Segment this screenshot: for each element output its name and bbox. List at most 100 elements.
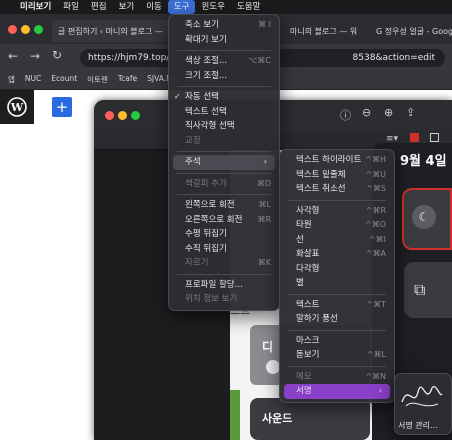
menu-item-label: 자동 선택 xyxy=(185,92,219,102)
menu-item[interactable]: 텍스트 ^⌘T xyxy=(280,298,394,313)
menu-item-label: 돋보기 xyxy=(296,350,320,360)
menu-item-label: 서명 xyxy=(296,386,312,396)
menu-item-label: 교정 xyxy=(185,135,201,146)
bookmark-item[interactable]: 앱 xyxy=(8,74,15,85)
menubar-item[interactable]: 윈도우 xyxy=(195,0,230,14)
bookmark-item[interactable]: Tcafe xyxy=(118,74,137,85)
menu-item[interactable]: 돋보기 ^⌘L xyxy=(280,348,394,363)
bookmark-item[interactable]: 이토렌 xyxy=(87,74,108,85)
menu-item-shortcut: ^⌘T xyxy=(366,299,386,309)
close-window-button[interactable] xyxy=(105,111,114,120)
menu-item: 자르기 ⌘K xyxy=(169,256,279,271)
screen-mirroring-tile[interactable]: ⧉ xyxy=(404,262,452,318)
menu-item[interactable]: 텍스트 선택 xyxy=(169,105,279,120)
menu-item[interactable]: 직사각형 선택 xyxy=(169,119,279,134)
manage-signatures-item[interactable]: 서명 관리... xyxy=(398,420,438,431)
browser-tab-3[interactable]: G 정우성 얼굴 - Google xyxy=(370,20,452,42)
menubar-item[interactable]: 미리보기 xyxy=(14,0,57,14)
menu-item-label: 텍스트 하이라이트 xyxy=(296,155,362,165)
menu-item[interactable]: 색상 조절... ⌥⌘C xyxy=(169,54,279,69)
menu-item[interactable]: 선 ^⌘I xyxy=(280,233,394,248)
control-center-date: 9월 4일 xyxy=(400,154,447,169)
info-icon[interactable]: ⓘ xyxy=(340,107,351,123)
forward-arrow-icon[interactable]: → xyxy=(30,49,40,63)
menu-item[interactable]: 크기 조절... xyxy=(169,69,279,84)
menu-item-label: 타원 xyxy=(296,220,312,230)
back-arrow-icon[interactable]: ← xyxy=(8,49,18,63)
browser-tab-1[interactable]: 글 편집하기 ‹ 마니의 블로그 — xyxy=(52,20,182,42)
menu-separator xyxy=(177,151,271,152)
zoom-window-button[interactable] xyxy=(131,111,140,120)
menubar-item[interactable]: 보기 xyxy=(113,0,141,14)
url-tail-text: 8538&action=edit xyxy=(352,53,435,63)
menu-item-label: 선 xyxy=(296,234,304,245)
menubar-item[interactable]: 도구 xyxy=(167,0,196,14)
menu-item-shortcut: ⌘K xyxy=(257,258,271,267)
menu-item[interactable]: ✓ 자동 선택 xyxy=(169,90,279,105)
menu-item[interactable]: 다각형 xyxy=(280,262,394,277)
menu-item[interactable]: 프로파일 할당... xyxy=(169,278,279,293)
menu-item[interactable]: 수직 뒤집기 xyxy=(169,242,279,257)
menubar-item[interactable]: 편집 xyxy=(85,0,113,14)
svg-text:W: W xyxy=(10,101,24,114)
menu-item-shortcut: ^⌘L xyxy=(366,350,386,359)
browser-tab-2[interactable]: 마니의 블로그 — 워 xyxy=(284,20,376,42)
bookmark-item[interactable]: NUC xyxy=(25,74,41,85)
menu-item[interactable]: 텍스트 하이라이트 ^⌘H xyxy=(280,153,394,168)
menu-item-shortcut: ^⌘R xyxy=(365,205,386,215)
menu-separator xyxy=(177,172,271,174)
menu-item[interactable]: 텍스트 밑줄체 ^⌘U xyxy=(280,168,394,183)
menu-item-label: 책갈피 추가 xyxy=(185,178,227,189)
menu-item[interactable]: 타원 ^⌘O xyxy=(280,218,394,233)
menu-item[interactable]: 수평 뒤집기 xyxy=(169,227,279,242)
menu-item[interactable]: 화살표 ^⌘A xyxy=(280,247,394,262)
menu-item[interactable]: 말하기 풍선 xyxy=(280,312,394,327)
reload-icon[interactable]: ↻ xyxy=(52,48,62,62)
menu-item-label: 위치 정보 보기 xyxy=(185,294,238,304)
tab-label: 글 편집하기 ‹ 마니의 블로그 — xyxy=(58,26,163,36)
menu-item[interactable]: 별 xyxy=(280,276,394,291)
menu-item[interactable]: 주석 › xyxy=(173,155,275,170)
submenu-arrow-icon: › xyxy=(378,386,382,395)
zoom-window-button[interactable] xyxy=(34,25,43,34)
zoom-out-icon[interactable]: ⊖ xyxy=(362,106,371,119)
menu-item-label: 확대기 보기 xyxy=(185,34,227,45)
tools-menu: 축소 보기 ⌘ I 확대기 보기색상 조절... ⌥⌘C 크기 조절... ✓ 자동 선택 텍… xyxy=(168,14,280,311)
border-color-icon[interactable] xyxy=(410,133,419,142)
tab-label: G 정우성 얼굴 - Google xyxy=(376,26,452,36)
menu-item-shortcut: ^⌘S xyxy=(366,184,386,193)
fill-color-icon[interactable] xyxy=(430,133,439,142)
menu-item: 책갈피 추가 ⌘D xyxy=(169,177,279,192)
menubar-item[interactable]: 이동 xyxy=(140,0,168,14)
signature-preview[interactable] xyxy=(398,378,446,414)
menu-item[interactable]: 사각형 ^⌘R xyxy=(280,204,394,219)
menubar-item[interactable]: 파일 xyxy=(57,0,85,14)
document-card-label: 디 xyxy=(262,340,274,354)
close-window-button[interactable] xyxy=(8,25,17,34)
menu-item[interactable]: 축소 보기 ⌘ I xyxy=(169,18,279,33)
menu-item[interactable]: 확대기 보기 xyxy=(169,33,279,48)
sun-icon xyxy=(266,360,280,374)
menu-item[interactable]: 텍스트 취소선 ^⌘S xyxy=(280,182,394,197)
menu-item[interactable]: 서명 › xyxy=(284,384,390,399)
menu-item-label: 자르기 xyxy=(185,258,209,268)
menubar-item[interactable]: 도움말 xyxy=(231,0,266,14)
minimize-window-button[interactable] xyxy=(21,25,30,34)
share-icon[interactable]: ⇪ xyxy=(406,106,415,119)
wordpress-logo-icon[interactable]: W xyxy=(0,90,34,124)
menu-item-shortcut: ^⌘N xyxy=(365,371,386,381)
screen-mirroring-icon: ⧉ xyxy=(414,280,426,299)
menu-item-label: 텍스트 xyxy=(296,299,320,310)
menu-item-label: 직사각형 선택 xyxy=(185,121,235,131)
menu-item[interactable]: 오른쪽으로 회전 ⌘R xyxy=(169,213,279,228)
menu-item: 위치 정보 보기 xyxy=(169,292,279,307)
bookmark-item[interactable]: Ecount xyxy=(51,74,77,85)
menu-item-label: 주석 xyxy=(185,157,201,167)
menu-item[interactable]: 왼쪽으로 회전 ⌘L xyxy=(169,198,279,213)
menu-item-shortcut: ⌘L xyxy=(258,200,271,209)
add-block-button[interactable]: + xyxy=(52,97,72,117)
menu-item[interactable]: 마스크 xyxy=(280,334,394,349)
minimize-window-button[interactable] xyxy=(118,111,127,120)
zoom-in-icon[interactable]: ⊕ xyxy=(384,106,393,119)
menu-item-label: 메모 xyxy=(296,371,312,382)
